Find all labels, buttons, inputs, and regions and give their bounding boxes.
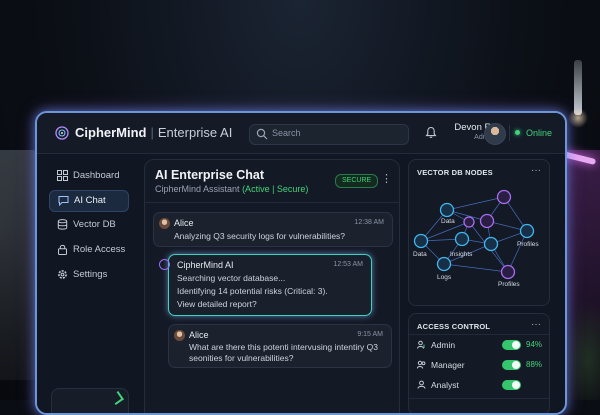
user-icon — [417, 380, 426, 389]
ciphermind-logo-icon — [55, 126, 69, 140]
vector-node[interactable] — [413, 233, 429, 249]
sidebar-item-label: Settings — [73, 269, 108, 280]
user-avatar[interactable] — [484, 123, 506, 145]
gear-icon — [58, 270, 67, 279]
message-text: Analyzing Q3 security logs for vulnerabi… — [174, 231, 346, 241]
role-label: Manager — [431, 360, 465, 370]
sidebar-item-role-access[interactable]: Role Access — [49, 240, 127, 260]
message-author: Alice — [189, 330, 209, 340]
bell-icon[interactable] — [425, 126, 437, 139]
message-text: seonities for vulnerabilities? — [189, 353, 294, 363]
app-window: CipherMind | Enterprise AI Search Devon R.… — [35, 111, 567, 415]
assistant-status: (Active | Secure) — [242, 184, 309, 194]
sidebar-item-settings[interactable]: Settings — [49, 265, 127, 285]
background-lamp — [0, 150, 38, 380]
shield-user-icon — [417, 340, 425, 349]
role-percent: 88% — [526, 360, 543, 369]
background-pendant-lamp — [574, 60, 582, 115]
status-text: Online — [526, 128, 553, 138]
secure-badge: SECURE — [335, 174, 379, 188]
brand-name: CipherMind — [75, 125, 147, 140]
panel-title: ACCESS CONTROL — [417, 322, 491, 331]
role-percent: 94% — [526, 340, 543, 349]
status-indicator: Online — [515, 128, 552, 138]
message-author: Alice — [174, 218, 194, 228]
panel-title: VECTOR DB NODES — [417, 168, 493, 177]
chat-panel: AI Enterprise Chat CipherMind Assistant … — [144, 159, 400, 413]
more-options-icon[interactable]: ··· — [531, 165, 541, 176]
node-label: Logs — [437, 274, 452, 281]
dashboard-icon — [57, 170, 68, 181]
vector-node[interactable] — [436, 256, 452, 272]
database-icon — [57, 219, 68, 230]
chat-title: AI Enterprise Chat — [155, 168, 265, 182]
message-text: What are there this potenti intervusing … — [189, 342, 378, 352]
vector-node[interactable] — [454, 231, 470, 247]
ai-chat-message: CipherMind AI 12:53 AM Searching vector … — [159, 254, 372, 316]
chat-icon — [58, 196, 69, 206]
access-row-analyst: Analyst — [415, 378, 545, 392]
role-toggle[interactable] — [502, 360, 521, 370]
assistant-name: CipherMind Assistant — [155, 184, 240, 194]
sidebar-item-label: Vector DB — [73, 219, 116, 230]
node-label: Data — [413, 251, 427, 258]
message-time: 12:38 AM — [354, 219, 384, 226]
lock-icon — [58, 244, 67, 255]
search-placeholder: Search — [272, 128, 301, 138]
vector-node[interactable] — [500, 264, 516, 280]
sidebar: Dashboard AI Chat Vector DB Role Access — [37, 154, 133, 413]
message-author: CipherMind AI — [177, 260, 234, 270]
users-icon — [417, 360, 426, 369]
online-dot-icon — [515, 130, 520, 135]
vector-node[interactable] — [496, 189, 512, 205]
ai-avatar-icon — [159, 259, 170, 270]
vector-node[interactable] — [479, 213, 495, 229]
vector-node[interactable] — [483, 236, 499, 252]
sidebar-item-vector-db[interactable]: Vector DB — [49, 215, 127, 235]
access-row-admin: Admin 94% — [415, 338, 545, 352]
access-row-manager: Manager 88% — [415, 358, 545, 372]
search-icon — [256, 128, 268, 140]
chat-message: Alice 9:15 AM What are there this potent… — [168, 324, 392, 368]
node-label: Data — [441, 218, 455, 225]
role-toggle[interactable] — [502, 380, 521, 390]
message-text: Searching vector database... — [177, 273, 286, 283]
node-label: Insights — [450, 251, 473, 258]
divider — [409, 398, 549, 399]
brand-subtitle: Enterprise AI — [157, 125, 233, 140]
app-brand: CipherMind | Enterprise AI — [75, 125, 233, 140]
role-toggle[interactable] — [502, 340, 521, 350]
user-avatar — [174, 330, 185, 341]
check-icon — [110, 391, 124, 405]
divider — [145, 202, 399, 203]
role-label: Admin — [431, 340, 456, 350]
vector-db-panel: VECTOR DB NODES ··· Data Data Insights L… — [408, 159, 550, 306]
search-input[interactable]: Search — [249, 124, 409, 145]
sidebar-item-dashboard[interactable]: Dashboard — [49, 166, 127, 186]
sidebar-item-ai-chat[interactable]: AI Chat — [49, 190, 129, 212]
report-link[interactable]: View detailed report? — [177, 299, 257, 310]
message-time: 12:53 AM — [333, 261, 363, 268]
sidebar-item-label: Role Access — [73, 244, 126, 255]
chat-message: Alice 12:38 AM Analyzing Q3 security log… — [153, 212, 393, 247]
chat-subtitle: CipherMind Assistant (Active | Secure) — [155, 184, 308, 194]
node-label: Profiles — [498, 281, 520, 288]
user-avatar — [159, 218, 170, 229]
message-time: 9:15 AM — [357, 331, 383, 338]
sidebar-item-label: Dashboard — [73, 170, 120, 181]
more-options-icon[interactable]: ··· — [531, 319, 541, 330]
background-lamp-glow — [568, 108, 588, 128]
role-label: Analyst — [431, 380, 459, 390]
vector-node[interactable] — [519, 223, 535, 239]
vector-node[interactable] — [463, 216, 475, 228]
node-label: Profiles — [517, 241, 539, 248]
sidebar-item-label: AI Chat — [74, 195, 106, 206]
divider — [409, 334, 549, 335]
vector-node[interactable] — [439, 202, 455, 218]
top-bar: CipherMind | Enterprise AI Search Devon R.… — [37, 113, 565, 154]
more-options-icon[interactable]: ⋮ — [381, 172, 392, 185]
divider — [509, 125, 510, 141]
sidebar-footer-card — [51, 388, 129, 413]
message-text: Identifying 14 potential risks (Critical… — [177, 286, 328, 296]
